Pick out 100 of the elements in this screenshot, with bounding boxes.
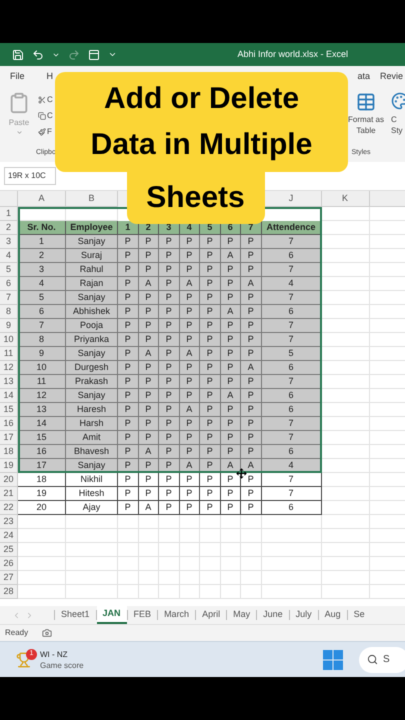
empty-cell[interactable]: [241, 515, 262, 529]
sheet-tab[interactable]: Sheet1: [55, 606, 96, 624]
empty-cell[interactable]: [262, 529, 322, 543]
row-number[interactable]: 3: [0, 235, 18, 249]
row-number[interactable]: 20: [0, 473, 18, 487]
paste-icon[interactable]: [8, 92, 30, 114]
empty-cell[interactable]: [180, 571, 200, 585]
row-number[interactable]: 19: [0, 459, 18, 473]
sheet-tab[interactable]: FEB: [128, 606, 158, 624]
row-number[interactable]: 5: [0, 263, 18, 277]
clipboard-item[interactable]: F: [47, 126, 52, 138]
empty-cell[interactable]: [262, 515, 322, 529]
row-number[interactable]: 26: [0, 557, 18, 571]
empty-cell[interactable]: [322, 543, 370, 557]
scroll-left-icon[interactable]: [12, 610, 21, 620]
cell-styles-button[interactable]: C Sty: [391, 114, 403, 136]
empty-cell[interactable]: [220, 585, 241, 599]
row-number[interactable]: 23: [0, 515, 18, 529]
empty-cell[interactable]: [220, 543, 241, 557]
row-number[interactable]: 25: [0, 543, 18, 557]
empty-cell[interactable]: [241, 571, 262, 585]
ribbon-tab[interactable]: H: [46, 70, 54, 84]
row-number[interactable]: 12: [0, 361, 18, 375]
scroll-right-icon[interactable]: [25, 610, 34, 620]
empty-cell[interactable]: [159, 529, 180, 543]
empty-cell[interactable]: [220, 571, 241, 585]
empty-cell[interactable]: [138, 585, 159, 599]
empty-cell[interactable]: [322, 585, 370, 599]
row-number[interactable]: 11: [0, 347, 18, 361]
format-as-table-button[interactable]: Format as Table: [348, 114, 384, 136]
row-number[interactable]: 14: [0, 389, 18, 403]
row-number[interactable]: 27: [0, 571, 18, 585]
empty-cell[interactable]: [180, 543, 200, 557]
empty-cell[interactable]: [66, 529, 118, 543]
empty-cell[interactable]: [159, 515, 180, 529]
row-number[interactable]: 1: [0, 207, 18, 221]
row-number[interactable]: 9: [0, 319, 18, 333]
empty-cell[interactable]: [66, 571, 118, 585]
sheet-tab[interactable]: May: [227, 606, 256, 624]
empty-cell[interactable]: [118, 515, 138, 529]
empty-cell[interactable]: [262, 543, 322, 557]
empty-cell[interactable]: [180, 515, 200, 529]
customize-caret-icon[interactable]: [108, 50, 117, 59]
empty-cell[interactable]: [138, 515, 159, 529]
sheet-tab[interactable]: JAN: [96, 606, 127, 624]
row-number[interactable]: 2: [0, 221, 18, 235]
name-box[interactable]: 19R x 10C: [4, 167, 56, 185]
empty-cell[interactable]: [262, 571, 322, 585]
empty-cell[interactable]: [322, 515, 370, 529]
empty-cell[interactable]: [159, 543, 180, 557]
empty-cell[interactable]: [262, 585, 322, 599]
save-icon[interactable]: [12, 48, 24, 60]
empty-cell[interactable]: [200, 571, 220, 585]
empty-cell[interactable]: [241, 557, 262, 571]
row-number[interactable]: 7: [0, 291, 18, 305]
empty-cell[interactable]: [322, 557, 370, 571]
empty-cell[interactable]: [322, 571, 370, 585]
empty-cell[interactable]: [200, 543, 220, 557]
empty-cell[interactable]: [118, 557, 138, 571]
empty-cell[interactable]: [118, 571, 138, 585]
form-icon[interactable]: [88, 48, 100, 60]
empty-cell[interactable]: [180, 529, 200, 543]
empty-cell[interactable]: [159, 585, 180, 599]
empty-cell[interactable]: [66, 543, 118, 557]
empty-cell[interactable]: [180, 557, 200, 571]
widget-subtitle[interactable]: Game score: [40, 660, 84, 670]
empty-cell[interactable]: [241, 529, 262, 543]
empty-cell[interactable]: [138, 529, 159, 543]
empty-cell[interactable]: [138, 557, 159, 571]
ribbon-tab[interactable]: Revie: [380, 70, 403, 84]
clipboard-item[interactable]: C: [47, 94, 53, 106]
sheet-tab[interactable]: June: [257, 606, 289, 624]
undo-icon[interactable]: [32, 48, 44, 60]
widget-title[interactable]: WI - NZ: [40, 648, 84, 660]
empty-cell[interactable]: [159, 571, 180, 585]
column-header[interactable]: A: [18, 191, 66, 207]
sheet-tab[interactable]: July: [290, 606, 318, 624]
row-number[interactable]: 8: [0, 305, 18, 319]
windows-logo-icon[interactable]: [323, 650, 343, 670]
row-number[interactable]: 16: [0, 417, 18, 431]
empty-cell[interactable]: [262, 557, 322, 571]
empty-cell[interactable]: [138, 571, 159, 585]
clipboard-item[interactable]: C: [47, 110, 53, 122]
palette-icon[interactable]: [391, 92, 405, 110]
camera-icon[interactable]: [42, 628, 52, 638]
cut-icon[interactable]: [38, 96, 46, 104]
row-number[interactable]: 4: [0, 249, 18, 263]
sheet-tab[interactable]: March: [158, 606, 196, 624]
row-number[interactable]: 6: [0, 277, 18, 291]
row-number[interactable]: 13: [0, 375, 18, 389]
empty-cell[interactable]: [118, 585, 138, 599]
empty-cell[interactable]: [118, 543, 138, 557]
row-number[interactable]: 22: [0, 501, 18, 515]
empty-cell[interactable]: [200, 557, 220, 571]
empty-cell[interactable]: [118, 529, 138, 543]
empty-cell[interactable]: [220, 557, 241, 571]
empty-cell[interactable]: [220, 515, 241, 529]
row-number[interactable]: 21: [0, 487, 18, 501]
empty-cell[interactable]: [200, 585, 220, 599]
empty-cell[interactable]: [180, 585, 200, 599]
